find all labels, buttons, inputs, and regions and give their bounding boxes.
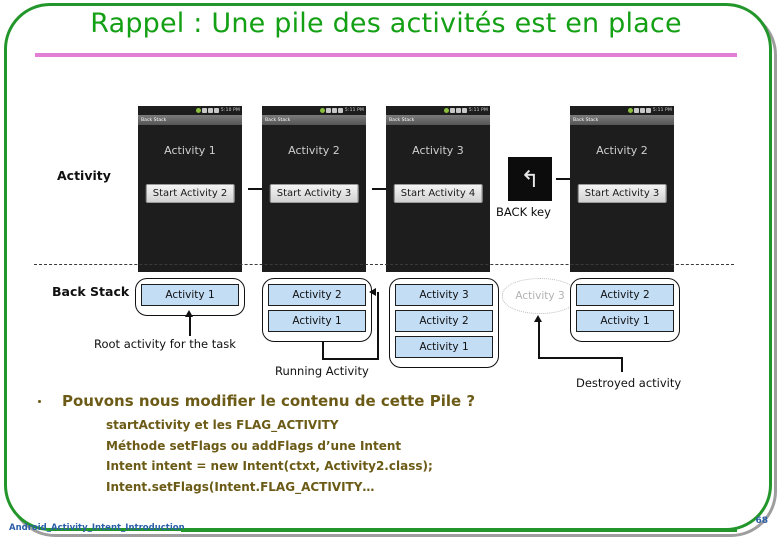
usb-icon (325, 108, 331, 113)
signal-icon (331, 108, 337, 113)
stack-activity-item: Activity 1 (141, 284, 239, 306)
android-sync-icon (627, 108, 633, 113)
destroyed-pointer-line-v (538, 322, 540, 358)
phone-status-bar: 5:10 PM (138, 106, 242, 115)
stack-activity-item: Activity 2 (576, 284, 674, 306)
signal-icon (455, 108, 461, 113)
back-stack-group-3: Activity 3 Activity 2 Activity 1 (389, 278, 499, 368)
status-bar-icons (443, 108, 467, 113)
phone-title-bar: Back Stack (386, 115, 490, 125)
phone-screen-title: Activity 2 (288, 144, 340, 157)
root-activity-caption: Root activity for the task (94, 337, 236, 351)
phone-title-bar: Back Stack (262, 115, 366, 125)
page-number: 68 (755, 516, 768, 526)
running-activity-line-v (377, 292, 379, 359)
phone-screen-title: Activity 2 (596, 144, 648, 157)
status-bar-time: 5:11 PM (344, 108, 364, 113)
phone-mockup-1: 5:10 PM Back Stack Activity 1 Start Acti… (138, 106, 242, 272)
usb-icon (633, 108, 639, 113)
stack-activity-item: Activity 1 (576, 310, 674, 332)
back-stack-diagram: Activity Back Stack 5:10 PM Back Stack A… (0, 94, 776, 394)
destroyed-activity-ghost: Activity 3 (502, 278, 578, 314)
root-activity-pointer-line (189, 316, 191, 336)
status-bar-time: 5:11 PM (468, 108, 488, 113)
running-activity-arrow (369, 288, 376, 296)
bullet-heading: Pouvons nous modifier le contenu de cett… (62, 392, 476, 410)
battery-icon (461, 108, 467, 113)
phone-mockup-3: 5:11 PM Back Stack Activity 3 Start Acti… (386, 106, 490, 272)
battery-icon (213, 108, 219, 113)
back-key-label: BACK key (496, 205, 551, 219)
destroyed-pointer-arrow (534, 315, 542, 322)
usb-icon (449, 108, 455, 113)
android-sync-icon (443, 108, 449, 113)
stack-activity-item: Activity 2 (268, 284, 366, 306)
back-stack-group-2: Activity 2 Activity 1 (262, 278, 372, 342)
root-activity-pointer-arrow (185, 310, 193, 317)
page-title: Rappel : Une pile des activités est en p… (90, 8, 682, 39)
phone-title-bar: Back Stack (570, 115, 674, 125)
status-bar-icons (627, 108, 651, 113)
section-divider (34, 264, 734, 265)
footer-rule (181, 529, 737, 532)
bullet-point-icon (38, 400, 41, 403)
running-activity-line-h (322, 358, 379, 360)
sub-line: startActivity et les FLAG_ACTIVITY (106, 418, 339, 432)
destroyed-pointer-line-h (538, 357, 622, 359)
phone-screen-title: Activity 3 (412, 144, 464, 157)
start-activity-button[interactable]: Start Activity 2 (145, 184, 235, 203)
start-activity-button[interactable]: Start Activity 3 (577, 184, 667, 203)
sub-line: Méthode setFlags ou addFlags d’une Inten… (106, 438, 402, 453)
running-activity-line-v2 (322, 342, 324, 359)
signal-icon (207, 108, 213, 113)
phone-screen-title: Activity 1 (164, 144, 216, 157)
status-bar-icons (319, 108, 343, 113)
bullet-sub-lines: startActivity et les FLAG_ACTIVITY Métho… (106, 418, 433, 500)
phone-mockup-4: 5:11 PM Back Stack Activity 2 Start Acti… (570, 106, 674, 272)
signal-icon (639, 108, 645, 113)
running-activity-caption: Running Activity (275, 364, 369, 378)
android-sync-icon (195, 108, 201, 113)
stack-activity-item: Activity 3 (395, 284, 493, 306)
phone-status-bar: 5:11 PM (386, 106, 490, 115)
status-bar-time: 5:11 PM (652, 108, 672, 113)
phone-mockup-2: 5:11 PM Back Stack Activity 2 Start Acti… (262, 106, 366, 272)
stack-activity-item: Activity 2 (395, 310, 493, 332)
start-activity-button[interactable]: Start Activity 4 (393, 184, 483, 203)
start-activity-button[interactable]: Start Activity 3 (269, 184, 359, 203)
stack-activity-item: Activity 1 (268, 310, 366, 332)
android-sync-icon (319, 108, 325, 113)
stack-activity-item: Activity 1 (395, 336, 493, 358)
destroyed-activity-caption: Destroyed activity (576, 376, 682, 390)
back-arrow-icon: ↰ (520, 165, 540, 192)
battery-icon (645, 108, 651, 113)
status-bar-time: 5:10 PM (220, 108, 240, 113)
back-stack-row-label: Back Stack (52, 284, 130, 299)
phone-title-bar: Back Stack (138, 115, 242, 125)
usb-icon (201, 108, 207, 113)
footer-label: Android_Activity_Intent_Introduction (9, 523, 185, 533)
battery-icon (337, 108, 343, 113)
back-stack-group-4: Activity 2 Activity 1 (570, 278, 680, 342)
sub-line: Intent.setFlags(Intent.FLAG_ACTIVITY… (106, 479, 375, 494)
phone-status-bar: 5:11 PM (570, 106, 674, 115)
sub-line: Intent intent = new Intent(ctxt, Activit… (106, 459, 433, 473)
phone-status-bar: 5:11 PM (262, 106, 366, 115)
status-bar-icons (195, 108, 219, 113)
destroyed-pointer-line-v2 (621, 357, 623, 372)
activity-row-label: Activity (57, 168, 111, 183)
title-underline-rule (35, 53, 737, 57)
back-key-box[interactable]: ↰ (508, 157, 552, 201)
